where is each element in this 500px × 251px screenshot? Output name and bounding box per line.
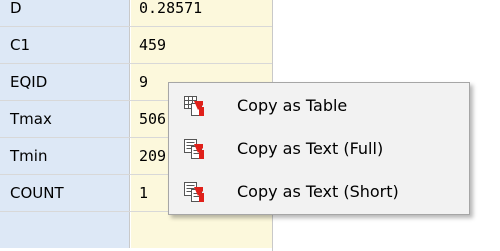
copy-as-table-menu-item[interactable]: Copy as Table [169, 85, 469, 126]
field-value-cell[interactable]: 0.28571 [131, 0, 272, 26]
field-value-cell [131, 212, 272, 248]
grid-row-empty [0, 212, 272, 248]
field-value-cell[interactable]: 459 [131, 27, 272, 63]
menu-item-label: Copy as Table [237, 96, 348, 115]
grid-row-c1[interactable]: C1 459 [0, 27, 272, 63]
copy-as-text-full-menu-item[interactable]: Copy as Text (Full) [169, 128, 469, 169]
field-name-cell: C1 [0, 27, 130, 63]
menu-item-label: Copy as Text (Full) [237, 139, 384, 158]
menu-item-label: Copy as Text (Short) [237, 182, 399, 201]
field-name-cell [0, 212, 130, 248]
copy-as-text-short-menu-item[interactable]: Copy as Text (Short) [169, 171, 469, 212]
field-name-cell: D [0, 0, 130, 26]
text-copy-icon [183, 138, 205, 160]
field-name-cell: Tmax [0, 101, 130, 137]
field-name-cell: Tmin [0, 138, 130, 174]
text-copy-icon [183, 181, 205, 203]
grid-row-d[interactable]: D 0.28571 [0, 0, 272, 26]
field-name-cell: COUNT [0, 175, 130, 211]
table-copy-icon [183, 95, 205, 117]
context-menu: Copy as Table Copy as Text (Full) Copy a… [168, 82, 470, 215]
field-name-cell: EQID [0, 64, 130, 100]
